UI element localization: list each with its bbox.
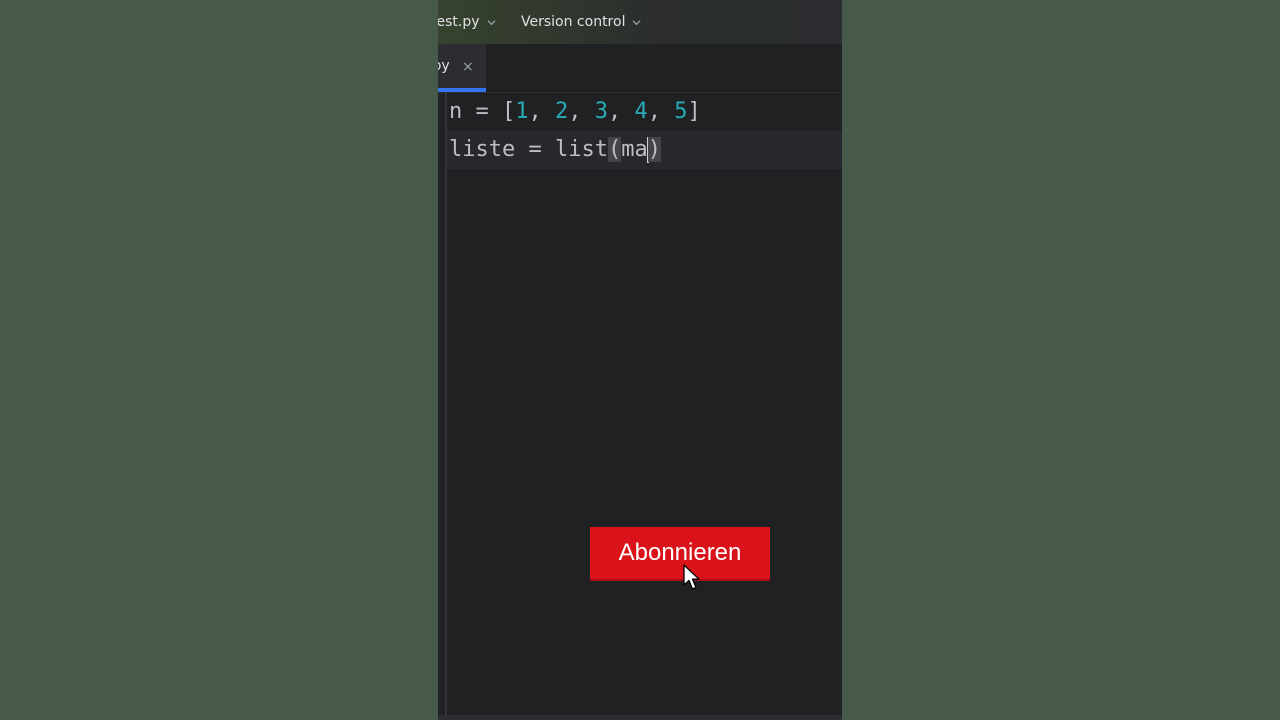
matched-paren-close: ) (647, 137, 661, 162)
code-token: n = [ (449, 99, 516, 124)
number-literal: 2 (554, 99, 569, 124)
code-token: , (607, 99, 635, 124)
code-line-1: n = [1, 2, 3, 4, 5] (449, 93, 701, 131)
editor-tab-bar: .py × (438, 44, 842, 93)
title-bar: test.py Version control (438, 0, 842, 44)
status-bar-edge (438, 715, 842, 720)
version-control-label: Version control (521, 14, 626, 30)
code-token: , (568, 99, 595, 124)
chevron-down-icon (486, 19, 496, 25)
mouse-pointer-icon (683, 564, 700, 590)
number-literal: 1 (515, 99, 529, 124)
active-tab-indicator (438, 88, 486, 92)
chevron-down-icon (632, 19, 642, 25)
editor-tab-active[interactable]: .py × (438, 44, 486, 92)
number-literal: 3 (594, 99, 608, 124)
code-token: ] (687, 99, 701, 124)
code-editor[interactable]: n = [1, 2, 3, 4, 5] liste = list(ma) (438, 93, 842, 715)
code-token: , (647, 99, 675, 124)
tab-label: .py (438, 58, 450, 74)
number-literal: 4 (634, 99, 648, 124)
code-token: liste = list (449, 137, 608, 162)
ide-window: test.py Version control .py × n = [1, 2,… (438, 0, 842, 720)
code-line-2: liste = list(ma) (449, 131, 661, 169)
close-icon[interactable]: × (462, 60, 474, 74)
version-control-menu[interactable]: Version control (521, 14, 642, 30)
file-selector[interactable]: test.py (438, 14, 496, 30)
matched-paren-open: ( (607, 137, 622, 162)
file-selector-label: test.py (438, 14, 480, 30)
code-token: ma (621, 137, 648, 162)
code-token: , (528, 99, 555, 124)
number-literal: 5 (674, 99, 688, 124)
subscribe-button[interactable]: Abonnieren (590, 527, 770, 581)
